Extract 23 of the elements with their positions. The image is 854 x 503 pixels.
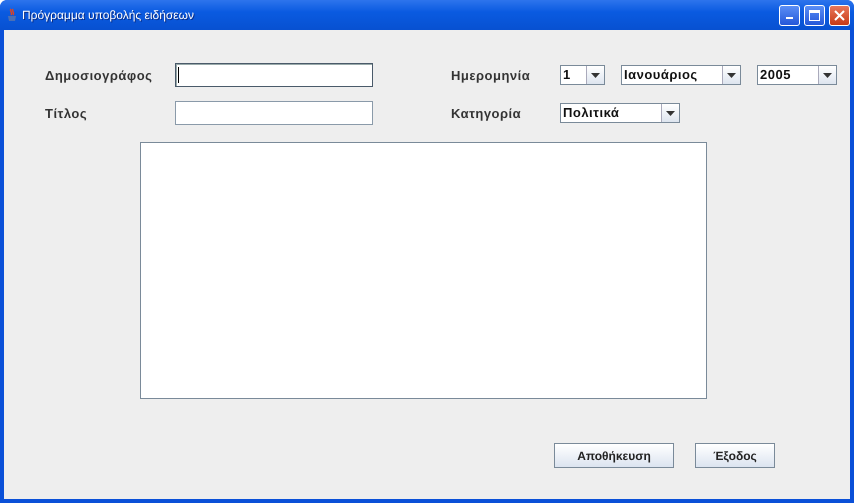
dropdown-arrow-icon — [666, 110, 675, 116]
day-dropdown[interactable]: 1 — [560, 65, 605, 85]
maximize-icon — [809, 10, 820, 20]
text-field[interactable] — [175, 63, 373, 87]
field-label: Δημοσιογράφος — [45, 68, 154, 82]
dropdown-arrow-icon — [727, 72, 736, 78]
dropdown-arrow-icon — [591, 72, 600, 78]
text-field[interactable] — [175, 101, 373, 125]
date-label: Ημερομηνία — [451, 68, 532, 82]
close-icon — [834, 10, 845, 20]
close-button[interactable] — [829, 4, 850, 26]
minimize-button[interactable] — [779, 4, 800, 26]
year-dropdown[interactable]: 2005 — [757, 65, 837, 85]
save-button[interactable]: Αποθήκευση — [554, 443, 674, 468]
cup-icon — [6, 8, 18, 22]
category-label: Κατηγορία — [451, 106, 522, 120]
category-dropdown[interactable]: Πολιτικά — [560, 103, 680, 123]
field-label: Τίτλος — [45, 106, 88, 120]
month-dropdown[interactable]: Ιανουάριος — [621, 65, 741, 85]
window-title: Πρόγραμμα υποβολής ειδήσεων — [22, 8, 196, 22]
exit-button[interactable]: Έξοδος — [695, 443, 775, 468]
maximize-button[interactable] — [804, 4, 825, 26]
dropdown-arrow-icon — [823, 72, 832, 78]
